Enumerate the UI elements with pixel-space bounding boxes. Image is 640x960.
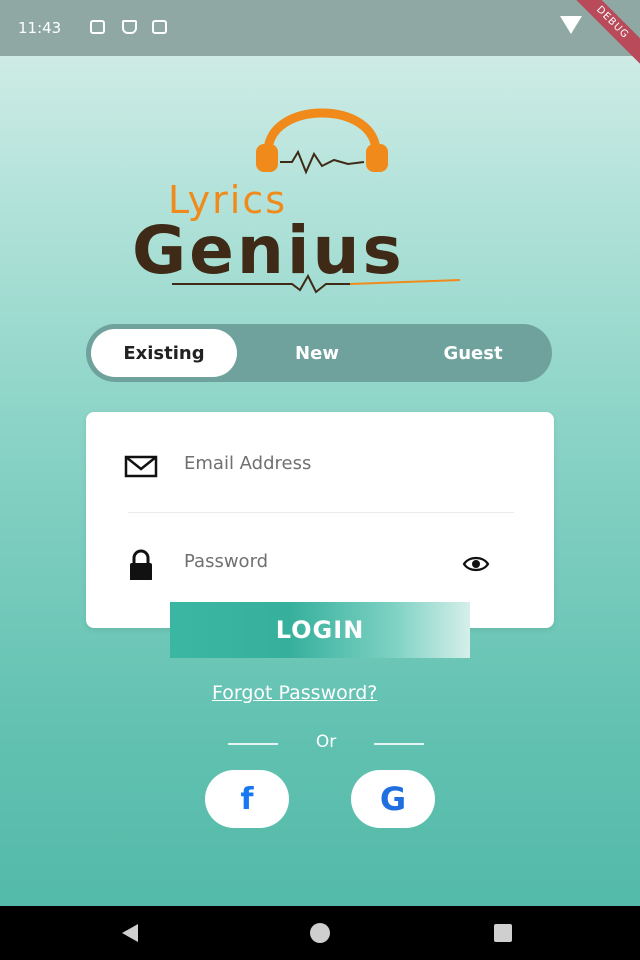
logo-text-genius: Genius <box>132 212 405 289</box>
system-nav-bar <box>0 906 640 960</box>
google-icon: G <box>379 780 407 818</box>
debug-banner: DEBUG <box>563 0 640 72</box>
login-screen: 11:43 DEBUG Lyrics Genius Existing New G… <box>0 0 640 960</box>
eye-icon[interactable] <box>462 554 490 574</box>
status-time: 11:43 <box>18 19 62 37</box>
mail-icon <box>124 455 158 478</box>
tab-new[interactable]: New <box>244 329 390 377</box>
app-logo: Lyrics Genius <box>120 80 520 300</box>
facebook-icon: f <box>240 781 254 817</box>
facebook-login-button[interactable]: f <box>205 770 289 828</box>
divider-line-right <box>374 743 424 745</box>
cast-icon <box>152 20 167 34</box>
forgot-password-link[interactable]: Forgot Password? <box>212 682 377 704</box>
password-input[interactable] <box>184 544 484 578</box>
nav-back-icon[interactable] <box>122 924 138 942</box>
or-divider: Or <box>228 732 424 756</box>
login-form-card <box>86 412 554 628</box>
wifi-icon <box>560 16 582 34</box>
email-input[interactable] <box>184 446 484 480</box>
or-text: Or <box>315 732 337 752</box>
notification-icon <box>90 20 105 34</box>
nav-home-icon[interactable] <box>310 923 330 943</box>
status-bar: 11:43 DEBUG <box>0 0 640 72</box>
account-type-tabs: Existing New Guest <box>86 324 552 382</box>
tab-guest[interactable]: Guest <box>400 329 546 377</box>
divider-line-left <box>228 743 278 745</box>
field-divider <box>128 512 514 513</box>
tab-existing[interactable]: Existing <box>91 329 237 377</box>
sd-card-icon <box>122 20 137 34</box>
nav-recents-icon[interactable] <box>494 924 512 942</box>
email-field-row <box>86 432 554 492</box>
lock-icon <box>130 549 152 580</box>
password-field-row <box>86 530 554 590</box>
google-login-button[interactable]: G <box>351 770 435 828</box>
login-button[interactable]: LOGIN <box>170 602 470 658</box>
